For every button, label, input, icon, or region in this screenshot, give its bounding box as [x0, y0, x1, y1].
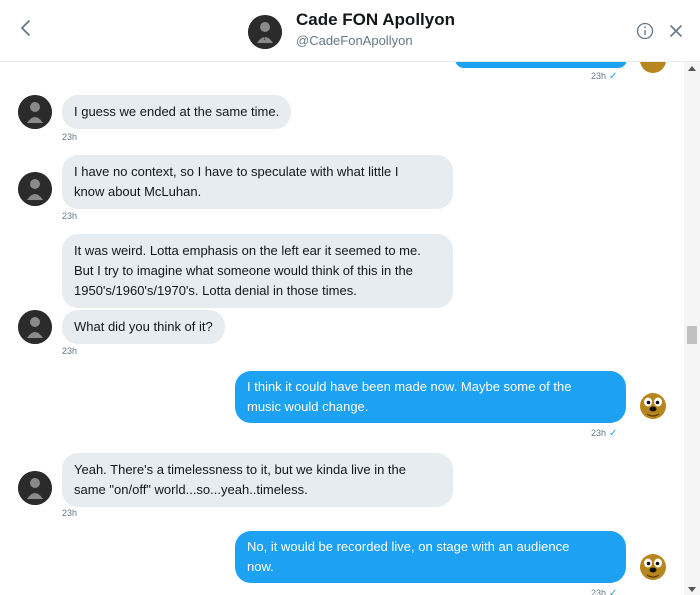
info-button[interactable]: [636, 22, 654, 40]
message-timestamp: 23h: [62, 508, 78, 518]
message-text: But I try to imagine what someone would …: [74, 263, 413, 278]
info-icon: [636, 22, 654, 40]
message-timestamp: 23h: [62, 211, 78, 221]
message-list[interactable]: 23h ✓ I guess we ended at the same time. …: [0, 62, 684, 595]
message-received[interactable]: It was weird. Lotta emphasis on the left…: [62, 234, 453, 308]
message-text: It was weird. Lotta emphasis on the left…: [74, 243, 421, 258]
contact-avatar[interactable]: [18, 172, 52, 206]
conversation-header: ? Cade FON Apollyon @CadeFonApollyon: [0, 0, 700, 62]
message-text: I have no context, so I have to speculat…: [74, 164, 399, 179]
scrollbar-thumb[interactable]: [687, 326, 697, 344]
my-avatar: [636, 388, 670, 422]
read-check-icon: ✓: [609, 71, 618, 82]
message-sent[interactable]: I think it could have been made now. May…: [235, 371, 626, 423]
message-timestamp: 23h ✓: [591, 71, 618, 82]
message-text: music would change.: [247, 399, 369, 414]
chevron-left-icon: [21, 20, 30, 36]
read-check-icon: ✓: [609, 428, 618, 439]
message-text: I guess we ended at the same time.: [74, 104, 280, 119]
message-timestamp: 23h: [62, 132, 78, 142]
message-text: know about McLuhan.: [74, 184, 202, 199]
scroll-down-arrow-icon[interactable]: [688, 587, 696, 592]
message-text: What did you think of it?: [74, 319, 213, 334]
message-timestamp: 23h ✓: [591, 588, 617, 595]
scrollbar[interactable]: [684, 62, 700, 595]
message-text: I think it could have been made now. May…: [247, 379, 572, 394]
message-text: 1950's/1960's/1970's. Lotta denial in th…: [74, 283, 357, 298]
scroll-up-arrow-icon[interactable]: [688, 66, 696, 71]
message-sent[interactable]: No, it would be recorded live, on stage …: [235, 531, 626, 583]
my-avatar: [636, 549, 670, 583]
message-text: Yeah. There's a timelessness to it, but …: [74, 462, 407, 477]
message-received[interactable]: I have no context, so I have to speculat…: [62, 155, 453, 209]
my-avatar: [636, 62, 670, 76]
message-text: now.: [247, 559, 274, 574]
contact-name: Cade FON Apollyon: [296, 10, 455, 29]
contact-avatar[interactable]: ?: [248, 15, 282, 49]
close-icon: [670, 25, 682, 37]
message-text: No, it would be recorded live, on stage …: [247, 539, 570, 554]
back-button[interactable]: [16, 16, 36, 40]
message-timestamp: 23h: [62, 346, 78, 356]
contact-avatar[interactable]: [18, 310, 52, 344]
contact-avatar[interactable]: [18, 471, 52, 505]
contact-avatar[interactable]: [18, 95, 52, 129]
message-timestamp: 23h ✓: [591, 428, 618, 439]
svg-text:?: ?: [263, 33, 268, 43]
message-sent-partial[interactable]: [455, 62, 627, 68]
close-button[interactable]: [667, 22, 685, 40]
message-received[interactable]: What did you think of it?: [62, 310, 225, 344]
message-text: same "on/off" world...so...yeah..timeles…: [74, 482, 308, 497]
message-received[interactable]: I guess we ended at the same time.: [62, 95, 292, 129]
read-check-icon: ✓: [609, 588, 618, 595]
contact-handle: @CadeFonApollyon: [296, 33, 413, 48]
message-received[interactable]: Yeah. There's a timelessness to it, but …: [62, 453, 453, 507]
